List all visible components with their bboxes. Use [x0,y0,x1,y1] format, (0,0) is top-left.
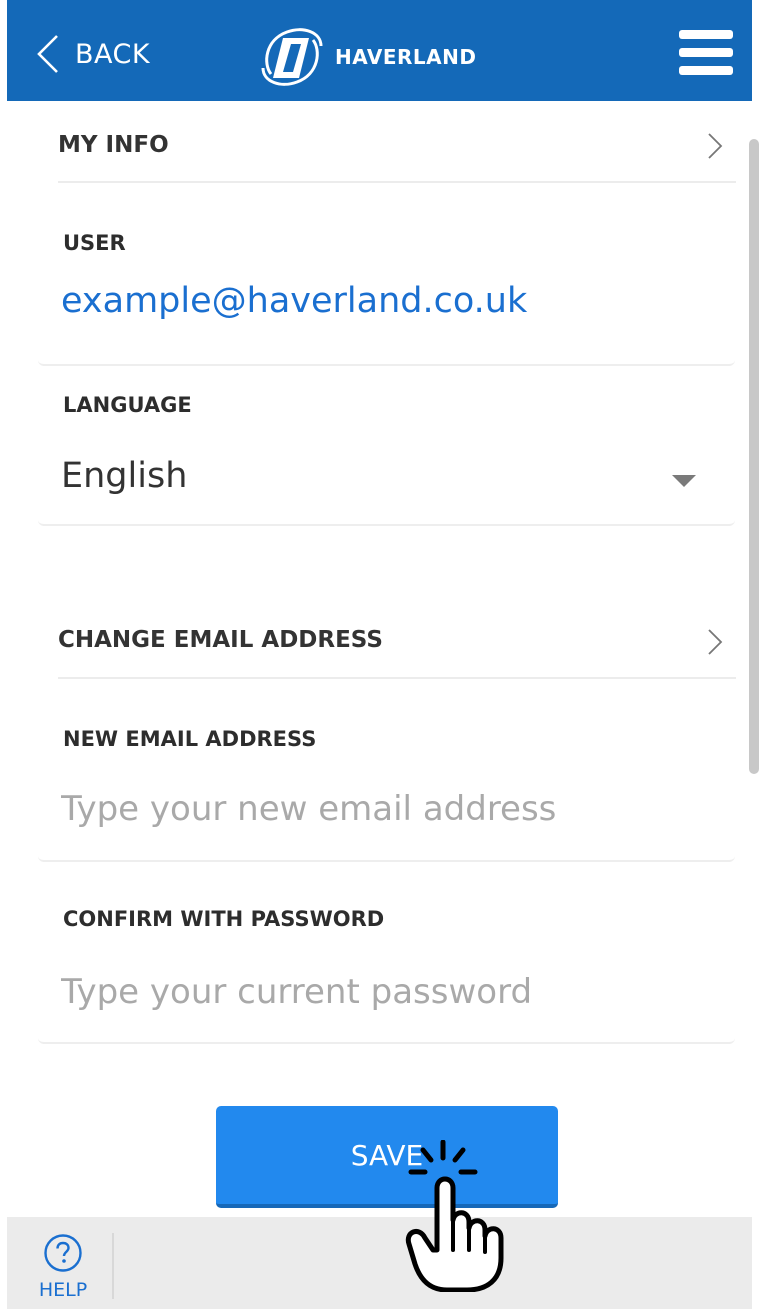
scrollbar[interactable] [749,139,759,774]
language-label: LANGUAGE [63,393,192,417]
save-button[interactable]: SAVE [216,1106,558,1208]
chevron-left-icon [37,35,58,73]
new-email-field: NEW EMAIL ADDRESS [38,679,735,862]
language-field[interactable]: LANGUAGE English [38,366,735,526]
hamburger-menu-icon[interactable] [679,30,733,76]
user-email-value: example@haverland.co.uk [61,281,528,321]
confirm-password-field: CONFIRM WITH PASSWORD [38,862,735,1044]
password-input[interactable] [61,972,701,1012]
help-button[interactable]: HELP [27,1233,99,1301]
new-email-input[interactable] [61,789,701,829]
chevron-right-icon[interactable] [707,132,723,160]
new-email-label: NEW EMAIL ADDRESS [63,727,317,751]
brand-logo: HAVERLAND [257,22,476,92]
user-label: USER [63,231,126,255]
question-circle-icon [44,1234,82,1272]
app-header: BACK HAVERLAND [7,0,752,101]
section-title-my-info[interactable]: MY INFO [58,132,169,158]
language-select-value[interactable]: English [61,456,187,496]
user-field: USER example@haverland.co.uk [38,183,735,366]
caret-down-icon[interactable] [672,475,696,487]
bottom-bar-divider [112,1233,114,1299]
back-button[interactable]: BACK [35,30,150,78]
back-label: BACK [75,38,151,70]
password-label: CONFIRM WITH PASSWORD [63,907,385,931]
chevron-right-icon[interactable] [707,628,723,656]
help-label: HELP [38,1279,88,1301]
brand-name: HAVERLAND [335,45,477,69]
save-button-label: SAVE [350,1138,424,1172]
haverland-logo-icon [261,28,323,86]
section-title-change-email[interactable]: CHANGE EMAIL ADDRESS [58,627,383,653]
bottom-bar: HELP [7,1217,752,1309]
